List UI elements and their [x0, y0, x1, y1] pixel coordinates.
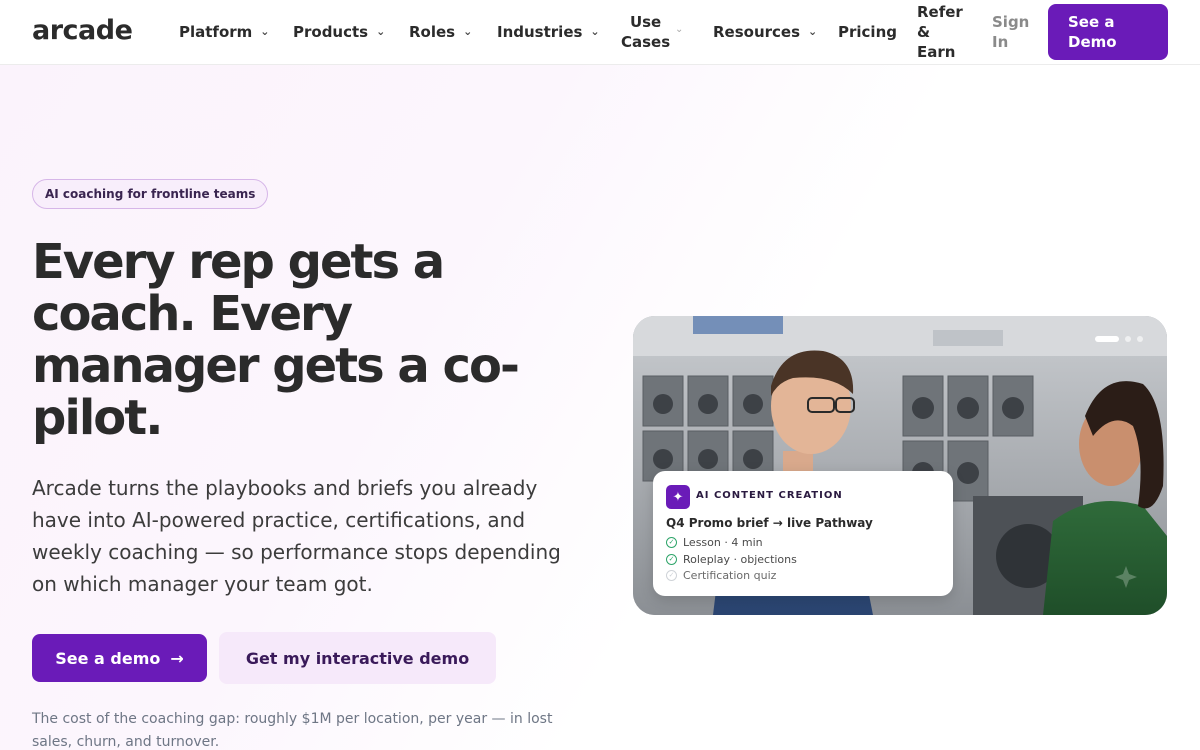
card-row: ✓ Certification quiz: [666, 569, 776, 582]
carousel-dot[interactable]: [1137, 336, 1143, 342]
nav-industries-label: Industries: [497, 23, 583, 41]
nav-refer-line3: Earn: [917, 43, 956, 61]
nav-platform[interactable]: Platform ⌄: [179, 0, 270, 64]
pending-circle-icon: ✓: [666, 570, 677, 581]
nav-pricing-label: Pricing: [838, 23, 897, 41]
nav-refer-line1: Refer: [917, 3, 963, 21]
arrow-right-icon: →: [170, 648, 184, 668]
chevron-down-icon: ⌄: [590, 24, 600, 38]
nav-use-cases-line1: Use: [629, 13, 662, 31]
hero-headline: Every rep gets a coach. Every manager ge…: [32, 234, 520, 446]
check-circle-icon: ✓: [666, 554, 677, 565]
card-label: AI CONTENT CREATION: [696, 490, 843, 501]
top-nav: arcade Platform ⌄ Products ⌄ Roles ⌄ Ind…: [0, 0, 1200, 65]
chevron-down-icon: ⌄: [808, 24, 818, 38]
card-row-text: Roleplay · objections: [683, 553, 797, 566]
interactive-demo-button[interactable]: Get my interactive demo: [219, 632, 496, 684]
nav-cta-line1: See a: [1068, 13, 1115, 31]
sign-in-line2: In: [992, 33, 1009, 51]
card-row: ✓ Roleplay · objections: [666, 553, 797, 566]
sign-in-line1: Sign: [992, 13, 1030, 31]
see-a-demo-nav-button[interactable]: See a Demo: [1048, 4, 1168, 60]
nav-resources-label: Resources: [713, 23, 801, 41]
nav-resources[interactable]: Resources ⌄: [713, 0, 817, 64]
see-a-demo-button[interactable]: See a demo →: [32, 634, 207, 682]
nav-refer-earn[interactable]: Refer & Earn: [917, 2, 963, 62]
check-circle-icon: ✓: [666, 537, 677, 548]
chevron-down-icon: ⌄: [260, 24, 270, 38]
nav-use-cases-line2: Cases: [621, 33, 671, 51]
arcade-logo[interactable]: arcade: [32, 15, 133, 46]
interactive-demo-label: Get my interactive demo: [245, 648, 470, 668]
chevron-down-icon: ⌄: [463, 24, 473, 38]
hero-badge: AI coaching for frontline teams: [32, 179, 269, 209]
sign-in-link[interactable]: Sign In: [992, 12, 1029, 52]
carousel-dot-active[interactable]: [1095, 336, 1119, 342]
nav-cta-line2: Demo: [1068, 33, 1117, 51]
see-a-demo-label: See a demo: [55, 648, 161, 668]
chevron-down-icon: ⌄: [675, 24, 684, 35]
nav-pricing[interactable]: Pricing: [838, 0, 897, 64]
hero-subhead: Arcade turns the playbooks and briefs yo…: [32, 476, 561, 596]
chevron-down-icon: ⌄: [376, 24, 386, 38]
card-title: Q4 Promo brief → live Pathway: [666, 516, 873, 530]
nav-roles-label: Roles: [409, 23, 456, 41]
card-row-text: Lesson · 4 min: [683, 536, 763, 549]
nav-industries[interactable]: Industries ⌄: [497, 0, 600, 64]
nav-use-cases[interactable]: Use Cases: [621, 12, 670, 52]
nav-roles[interactable]: Roles ⌄: [409, 0, 472, 64]
sparkle-icon: ✦: [666, 485, 690, 509]
nav-refer-line2: &: [917, 23, 931, 41]
carousel-dot[interactable]: [1125, 336, 1131, 342]
hero-footnote: The cost of the coaching gap: roughly $1…: [32, 711, 553, 750]
ai-content-card: ✦ AI CONTENT CREATION Q4 Promo brief → l…: [653, 471, 953, 596]
carousel-indicator: [1095, 336, 1143, 342]
nav-platform-label: Platform: [179, 23, 253, 41]
nav-products-label: Products: [293, 23, 369, 41]
nav-products[interactable]: Products ⌄: [293, 0, 385, 64]
card-row: ✓ Lesson · 4 min: [666, 536, 763, 549]
card-row-text: Certification quiz: [683, 569, 777, 582]
